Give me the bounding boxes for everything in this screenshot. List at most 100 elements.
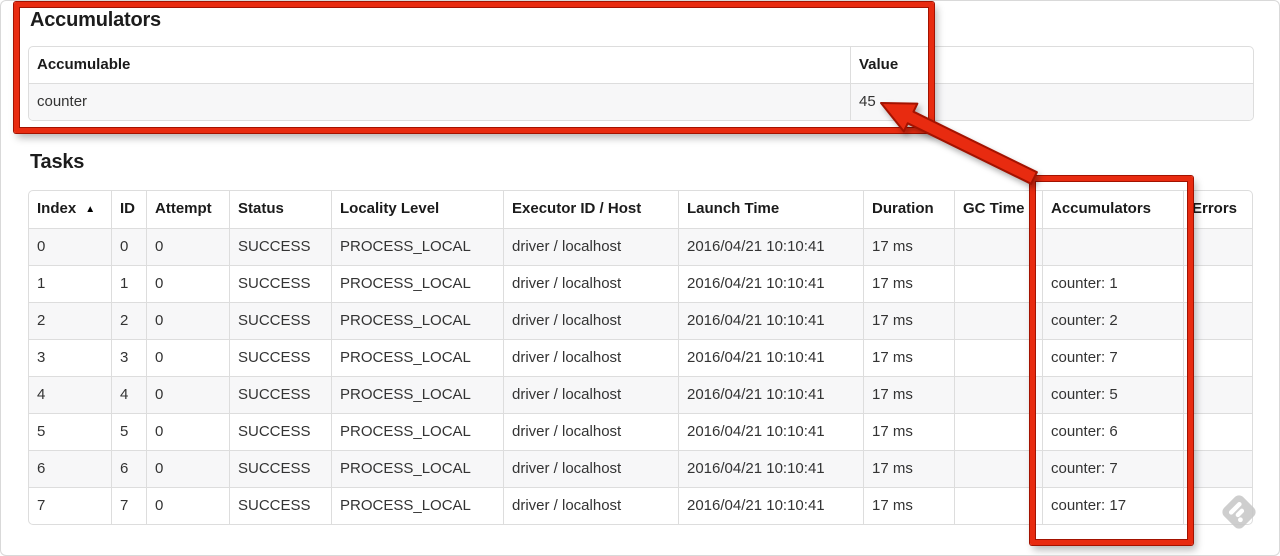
tasks-cell-id: 0 bbox=[111, 228, 146, 265]
tasks-cell-locality-level: PROCESS_LOCAL bbox=[331, 228, 503, 265]
tasks-cell-index: 6 bbox=[29, 450, 111, 487]
tasks-cell-executor-id-host: driver / localhost bbox=[503, 228, 678, 265]
header-label: Launch Time bbox=[687, 200, 780, 217]
tasks-cell-errors bbox=[1183, 376, 1252, 413]
tasks-cell-gc-time bbox=[954, 450, 1042, 487]
tasks-cell-duration: 17 ms bbox=[863, 487, 954, 524]
tasks-cell-executor-id-host: driver / localhost bbox=[503, 265, 678, 302]
tasks-cell-status: SUCCESS bbox=[229, 228, 331, 265]
tasks-cell-executor-id-host: driver / localhost bbox=[503, 487, 678, 524]
tasks-col-header-errors[interactable]: Errors bbox=[1183, 191, 1252, 228]
tasks-cell-launch-time: 2016/04/21 10:10:41 bbox=[678, 302, 863, 339]
tasks-cell-executor-id-host: driver / localhost bbox=[503, 450, 678, 487]
tasks-cell-gc-time bbox=[954, 302, 1042, 339]
tasks-col-header-status[interactable]: Status bbox=[229, 191, 331, 228]
header-label: Locality Level bbox=[340, 200, 440, 217]
tasks-cell-errors bbox=[1183, 265, 1252, 302]
tasks-cell-attempt: 0 bbox=[146, 376, 229, 413]
tasks-cell-status: SUCCESS bbox=[229, 376, 331, 413]
annotation-box-accumulators-column bbox=[1030, 176, 1193, 545]
tasks-col-header-launch-time[interactable]: Launch Time bbox=[678, 191, 863, 228]
tasks-cell-locality-level: PROCESS_LOCAL bbox=[331, 376, 503, 413]
tasks-cell-status: SUCCESS bbox=[229, 339, 331, 376]
tasks-cell-attempt: 0 bbox=[146, 265, 229, 302]
annotation-box-accumulators-section bbox=[14, 2, 934, 133]
tasks-cell-status: SUCCESS bbox=[229, 265, 331, 302]
tasks-col-header-locality-level[interactable]: Locality Level bbox=[331, 191, 503, 228]
tasks-cell-duration: 17 ms bbox=[863, 450, 954, 487]
tasks-cell-id: 6 bbox=[111, 450, 146, 487]
tasks-cell-errors bbox=[1183, 450, 1252, 487]
tasks-cell-status: SUCCESS bbox=[229, 302, 331, 339]
annotation-arrow-icon bbox=[880, 102, 1038, 185]
tasks-cell-locality-level: PROCESS_LOCAL bbox=[331, 339, 503, 376]
tasks-cell-executor-id-host: driver / localhost bbox=[503, 376, 678, 413]
tasks-cell-attempt: 0 bbox=[146, 487, 229, 524]
header-label: Errors bbox=[1192, 200, 1238, 217]
header-label: ID bbox=[120, 200, 135, 217]
spark-stage-page: { "accumulators_section": { "title": "Ac… bbox=[0, 0, 1280, 556]
tasks-cell-launch-time: 2016/04/21 10:10:41 bbox=[678, 450, 863, 487]
tasks-cell-gc-time bbox=[954, 265, 1042, 302]
tasks-cell-index: 5 bbox=[29, 413, 111, 450]
header-label: GC Time bbox=[963, 200, 1025, 217]
tasks-cell-locality-level: PROCESS_LOCAL bbox=[331, 265, 503, 302]
tasks-cell-attempt: 0 bbox=[146, 228, 229, 265]
tasks-cell-attempt: 0 bbox=[146, 413, 229, 450]
tasks-cell-executor-id-host: driver / localhost bbox=[503, 339, 678, 376]
tasks-col-header-index[interactable]: Index ▲ bbox=[29, 191, 111, 228]
tasks-cell-locality-level: PROCESS_LOCAL bbox=[331, 450, 503, 487]
tasks-col-header-id[interactable]: ID bbox=[111, 191, 146, 228]
tasks-cell-id: 7 bbox=[111, 487, 146, 524]
tasks-cell-status: SUCCESS bbox=[229, 450, 331, 487]
tasks-col-header-attempt[interactable]: Attempt bbox=[146, 191, 229, 228]
tasks-cell-attempt: 0 bbox=[146, 450, 229, 487]
header-label: Index bbox=[37, 200, 77, 217]
tasks-cell-locality-level: PROCESS_LOCAL bbox=[331, 302, 503, 339]
tasks-cell-errors bbox=[1183, 228, 1252, 265]
tasks-cell-status: SUCCESS bbox=[229, 413, 331, 450]
header-label: Executor ID / Host bbox=[512, 200, 642, 217]
tasks-cell-duration: 17 ms bbox=[863, 265, 954, 302]
tasks-cell-duration: 17 ms bbox=[863, 376, 954, 413]
tasks-cell-gc-time bbox=[954, 487, 1042, 524]
tasks-cell-id: 3 bbox=[111, 339, 146, 376]
tasks-cell-index: 4 bbox=[29, 376, 111, 413]
tasks-heading: Tasks bbox=[30, 151, 85, 173]
tasks-cell-launch-time: 2016/04/21 10:10:41 bbox=[678, 376, 863, 413]
skitch-watermark-icon bbox=[1222, 495, 1256, 529]
tasks-cell-launch-time: 2016/04/21 10:10:41 bbox=[678, 228, 863, 265]
tasks-cell-executor-id-host: driver / localhost bbox=[503, 413, 678, 450]
tasks-cell-id: 4 bbox=[111, 376, 146, 413]
tasks-cell-attempt: 0 bbox=[146, 339, 229, 376]
tasks-cell-launch-time: 2016/04/21 10:10:41 bbox=[678, 413, 863, 450]
tasks-cell-status: SUCCESS bbox=[229, 487, 331, 524]
tasks-cell-errors bbox=[1183, 413, 1252, 450]
tasks-cell-attempt: 0 bbox=[146, 302, 229, 339]
tasks-cell-duration: 17 ms bbox=[863, 413, 954, 450]
tasks-cell-duration: 17 ms bbox=[863, 339, 954, 376]
tasks-cell-launch-time: 2016/04/21 10:10:41 bbox=[678, 339, 863, 376]
header-label: Duration bbox=[872, 200, 934, 217]
tasks-cell-gc-time bbox=[954, 413, 1042, 450]
tasks-cell-gc-time bbox=[954, 339, 1042, 376]
tasks-cell-errors bbox=[1183, 339, 1252, 376]
tasks-col-header-executor-id-host[interactable]: Executor ID / Host bbox=[503, 191, 678, 228]
tasks-cell-index: 7 bbox=[29, 487, 111, 524]
tasks-cell-id: 1 bbox=[111, 265, 146, 302]
tasks-cell-index: 1 bbox=[29, 265, 111, 302]
tasks-cell-duration: 17 ms bbox=[863, 302, 954, 339]
tasks-cell-index: 3 bbox=[29, 339, 111, 376]
tasks-cell-errors bbox=[1183, 302, 1252, 339]
header-label: Attempt bbox=[155, 200, 212, 217]
tasks-cell-index: 0 bbox=[29, 228, 111, 265]
tasks-cell-locality-level: PROCESS_LOCAL bbox=[331, 487, 503, 524]
tasks-cell-id: 2 bbox=[111, 302, 146, 339]
tasks-cell-gc-time bbox=[954, 376, 1042, 413]
header-label: Status bbox=[238, 200, 284, 217]
tasks-cell-gc-time bbox=[954, 228, 1042, 265]
sort-ascending-icon: ▲ bbox=[85, 204, 96, 215]
tasks-cell-id: 5 bbox=[111, 413, 146, 450]
tasks-cell-locality-level: PROCESS_LOCAL bbox=[331, 413, 503, 450]
tasks-cell-launch-time: 2016/04/21 10:10:41 bbox=[678, 487, 863, 524]
